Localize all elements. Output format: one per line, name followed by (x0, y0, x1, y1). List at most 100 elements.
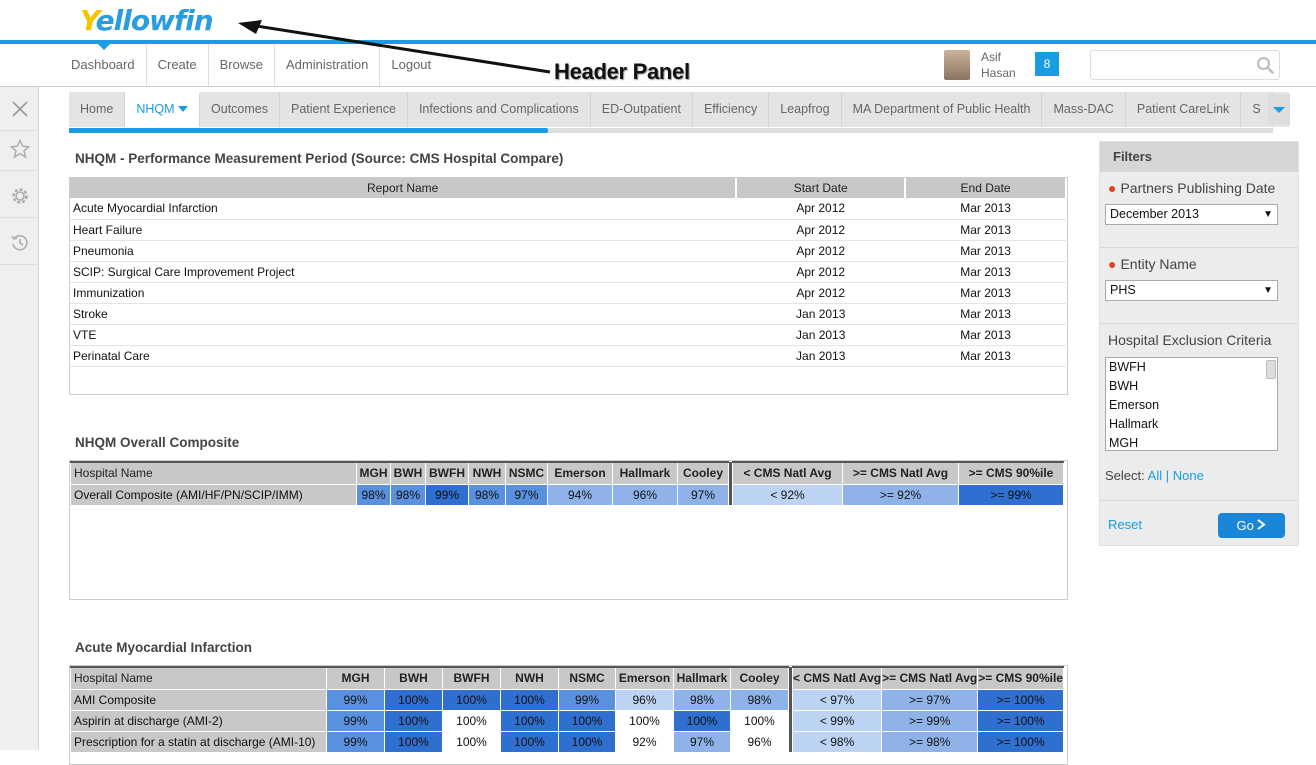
tab-home[interactable]: Home (69, 92, 126, 127)
score-cell: 100% (500, 688, 559, 711)
col-hospital[interactable]: Cooley (730, 666, 789, 690)
exclusion-scrollbar[interactable] (1266, 360, 1276, 379)
report-name-cell[interactable]: Heart Failure (70, 219, 737, 241)
close-button[interactable] (0, 87, 39, 131)
col-hospital[interactable]: Hallmark (673, 666, 731, 690)
exclusion-option[interactable]: MGH (1106, 434, 1277, 453)
filter-divider (1100, 500, 1298, 501)
col-hospital[interactable]: NWH (500, 666, 559, 690)
col-report-name[interactable]: Report Name (70, 178, 738, 198)
history-button[interactable] (0, 221, 39, 265)
tab-scrollbar-thumb[interactable] (69, 128, 548, 133)
legend-threshold-cell: >= 99% (881, 709, 979, 732)
col-hospital[interactable]: Cooley (677, 461, 729, 485)
table-row[interactable]: Heart Failure Apr 2012 Mar 2013 (70, 219, 1066, 241)
tab-mass-dac[interactable]: Mass-DAC (1042, 92, 1126, 127)
user-last-name[interactable]: Hasan (981, 66, 1016, 80)
col-hospital[interactable]: BWFH (442, 666, 501, 690)
table-row[interactable]: Pneumonia Apr 2012 Mar 2013 (70, 240, 1066, 262)
settings-button[interactable] (0, 174, 39, 218)
go-button[interactable]: Go (1218, 513, 1285, 538)
col-hospital[interactable]: BWH (390, 461, 426, 485)
col-hospital[interactable]: BWFH (425, 461, 469, 485)
user-first-name[interactable]: Asif (981, 50, 1001, 64)
report-name-cell[interactable]: Immunization (70, 282, 737, 304)
col-legend[interactable]: >= CMS 90%ile (977, 666, 1064, 690)
avatar[interactable] (944, 50, 970, 80)
measure-name-cell[interactable]: Aspirin at discharge (AMI-2) (70, 709, 327, 732)
report-name-cell[interactable]: Stroke (70, 303, 737, 325)
nav-logout[interactable]: Logout (380, 44, 442, 86)
exclusion-option[interactable]: Emerson (1106, 396, 1277, 415)
favourite-button[interactable] (0, 127, 39, 171)
col-hospital[interactable]: MGH (356, 461, 391, 485)
col-hospital[interactable]: NSMC (558, 666, 616, 690)
tab-patient-carelink[interactable]: Patient CareLink (1125, 92, 1242, 127)
exclusion-option[interactable]: Hallmark (1106, 415, 1277, 434)
report-name-cell[interactable]: Pneumonia (70, 240, 737, 262)
col-legend[interactable]: >= CMS Natl Avg (842, 461, 959, 485)
select-none-link[interactable]: None (1173, 468, 1204, 483)
col-hospital[interactable]: Emerson (615, 666, 674, 690)
tab-scroll-button[interactable] (1268, 94, 1290, 125)
score-cell: 100% (442, 709, 501, 732)
table-row[interactable]: SCIP: Surgical Care Improvement Project A… (70, 261, 1066, 283)
nav-dashboard[interactable]: Dashboard (60, 44, 147, 86)
exclusion-listbox[interactable]: BWFH BWH Emerson Hallmark MGH (1105, 357, 1278, 451)
reset-link[interactable]: Reset (1108, 517, 1142, 532)
table-row[interactable]: VTE Jan 2013 Mar 2013 (70, 324, 1066, 346)
partners-date-select[interactable]: December 2013 ▼ (1105, 204, 1278, 225)
measure-name-cell[interactable]: AMI Composite (70, 688, 327, 711)
tab-nhqm[interactable]: NHQM (125, 92, 201, 127)
filters-panel: Filters ● Partners Publishing Date Decemb… (1099, 141, 1299, 546)
table-row[interactable]: Overall Composite (AMI/HF/PN/SCIP/IMM) 98… (70, 483, 1064, 506)
exclusion-option[interactable]: BWH (1106, 377, 1277, 396)
col-hospital-name[interactable]: Hospital Name (70, 666, 327, 690)
nav-browse[interactable]: Browse (209, 44, 275, 86)
col-legend[interactable]: < CMS Natl Avg (732, 461, 843, 485)
entity-name-select[interactable]: PHS ▼ (1105, 280, 1278, 301)
col-hospital[interactable]: NWH (468, 461, 506, 485)
tab-efficiency[interactable]: Efficiency (692, 92, 770, 127)
table-row[interactable]: AMI Composite 99% 100% 100% 100% 99% 96% 98% 98%… (70, 688, 1064, 711)
table-row[interactable]: Perinatal Care Jan 2013 Mar 2013 (70, 345, 1066, 367)
tab-infections[interactable]: Infections and Complications (407, 92, 591, 127)
col-legend[interactable]: < CMS Natl Avg (791, 666, 883, 690)
table-row[interactable]: Aspirin at discharge (AMI-2) 99% 100% 100% 1… (70, 709, 1064, 732)
col-hospital[interactable]: NSMC (505, 461, 548, 485)
report-name-cell[interactable]: Perinatal Care (70, 345, 737, 367)
table-row[interactable]: Acute Myocardial Infarction Apr 2012 Mar 2… (70, 198, 1066, 220)
score-cell: 100% (673, 709, 731, 732)
measure-name-cell[interactable]: Prescription for a statin at discharge (… (70, 730, 327, 753)
nav-create[interactable]: Create (147, 44, 209, 86)
report-name-cell[interactable]: SCIP: Surgical Care Improvement Project (70, 261, 737, 283)
table-row[interactable]: Prescription for a statin at discharge (… (70, 730, 1064, 753)
col-hospital-name[interactable]: Hospital Name (70, 461, 357, 485)
tab-ed-outpatient[interactable]: ED-Outpatient (590, 92, 693, 127)
search-input[interactable] (1090, 50, 1280, 80)
col-end-date[interactable]: End Date (905, 178, 1067, 198)
select-all-link[interactable]: All (1148, 468, 1162, 483)
measure-name-cell[interactable]: Overall Composite (AMI/HF/PN/SCIP/IMM) (70, 483, 357, 506)
table-row[interactable]: Stroke Jan 2013 Mar 2013 (70, 303, 1066, 325)
tab-leapfrog[interactable]: Leapfrog (769, 92, 842, 127)
report-table: Report Name Start Date End Date Acute My… (70, 178, 1067, 394)
col-hospital[interactable]: MGH (326, 666, 385, 690)
tab-outcomes[interactable]: Outcomes (200, 92, 280, 127)
col-legend[interactable]: >= CMS Natl Avg (881, 666, 979, 690)
col-hospital[interactable]: Hallmark (612, 461, 678, 485)
table-row[interactable]: Immunization Apr 2012 Mar 2013 (70, 282, 1066, 304)
report-name-cell[interactable]: VTE (70, 324, 737, 346)
col-hospital[interactable]: BWH (384, 666, 443, 690)
col-hospital[interactable]: Emerson (547, 461, 613, 485)
report-name-cell[interactable]: Acute Myocardial Infarction (70, 198, 737, 220)
col-start-date[interactable]: Start Date (736, 178, 907, 198)
notification-badge[interactable]: 8 (1035, 52, 1059, 76)
tab-ma-dph[interactable]: MA Department of Public Health (841, 92, 1043, 127)
search-icon[interactable] (1256, 56, 1274, 74)
yellowfin-logo[interactable]: Yellowfin (80, 4, 214, 37)
nav-administration[interactable]: Administration (275, 44, 381, 86)
exclusion-option[interactable]: BWFH (1106, 358, 1277, 377)
tab-patient-experience[interactable]: Patient Experience (280, 92, 408, 127)
col-legend[interactable]: >= CMS 90%ile (958, 461, 1064, 485)
